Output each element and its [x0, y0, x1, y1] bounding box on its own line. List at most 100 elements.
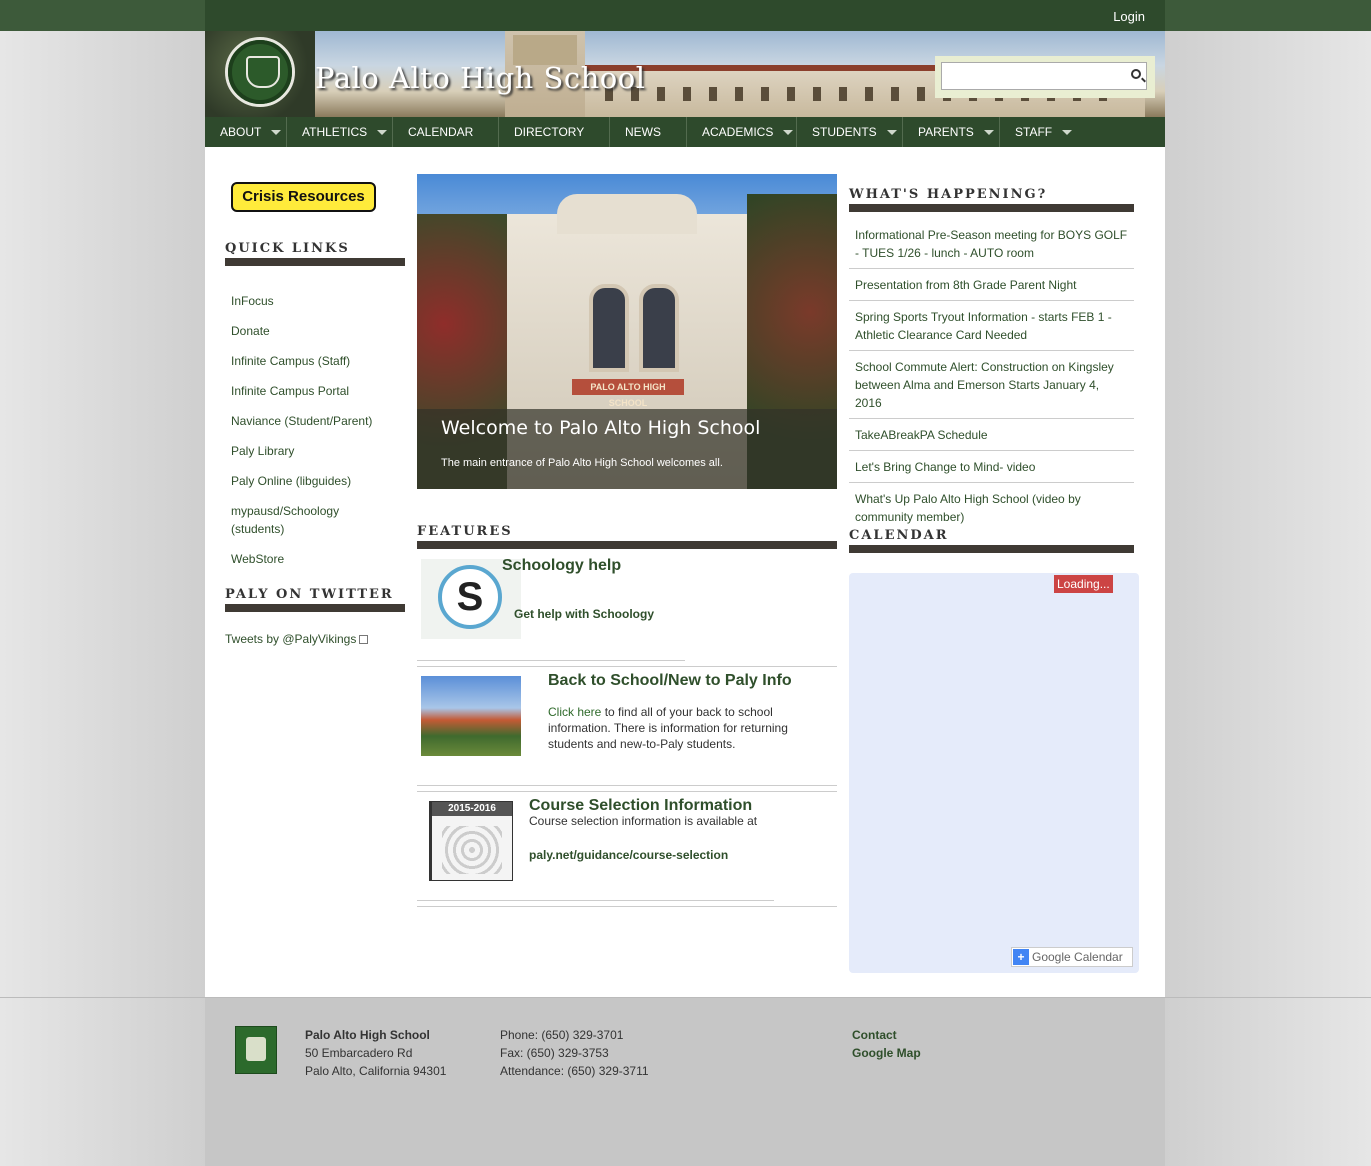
- chevron-down-icon: [783, 129, 794, 135]
- feature-schoology: S Schoology help Get help with Schoology: [417, 555, 837, 640]
- whats-happening-heading: WHAT'S HAPPENING?: [849, 187, 1048, 202]
- main-nav: ABOUT ATHLETICS CALENDAR DIRECTORY NEWS …: [205, 117, 1165, 147]
- nav-parents[interactable]: PARENTS: [903, 117, 1000, 147]
- calendar-loading: Loading...: [1054, 575, 1113, 593]
- site-title[interactable]: Palo Alto High School: [315, 61, 646, 95]
- quick-link-infinite-campus-portal[interactable]: Infinite Campus Portal: [231, 382, 401, 400]
- slide-gable: [557, 194, 697, 234]
- slide-title: Welcome to Palo Alto High School: [441, 417, 761, 439]
- thumb-pattern: [442, 826, 502, 874]
- feature-back-to-school: Back to School/New to Paly Info Click he…: [417, 672, 837, 782]
- login-link[interactable]: Login: [1113, 9, 1145, 24]
- nav-label: NEWS: [625, 125, 661, 139]
- news-list: Informational Pre-Season meeting for BOY…: [849, 219, 1134, 532]
- top-bar: Login: [0, 0, 1371, 31]
- back-to-school-thumb[interactable]: [421, 676, 521, 756]
- news-item[interactable]: TakeABreakPA Schedule: [849, 419, 1134, 451]
- news-item[interactable]: Let's Bring Change to Mind- video: [849, 451, 1134, 483]
- site-footer: Palo Alto High School 50 Embarcadero Rd …: [205, 998, 1165, 1166]
- course-selection-link[interactable]: paly.net/guidance/course-selection: [529, 848, 728, 862]
- heading-bar: [417, 541, 837, 549]
- nav-students[interactable]: STUDENTS: [797, 117, 903, 147]
- nav-label: CALENDAR: [408, 125, 474, 139]
- quick-link-naviance[interactable]: Naviance (Student/Parent): [231, 412, 401, 430]
- news-item[interactable]: Informational Pre-Season meeting for BOY…: [849, 219, 1134, 269]
- twitter-link[interactable]: Tweets by @PalyVikings: [225, 632, 369, 646]
- google-calendar-label: Google Calendar: [1032, 950, 1123, 964]
- nav-calendar[interactable]: CALENDAR: [393, 117, 499, 147]
- click-here-link[interactable]: Click here: [548, 705, 601, 719]
- nav-label: ACADEMICS: [702, 125, 774, 139]
- nav-label: STUDENTS: [812, 125, 877, 139]
- feature-title[interactable]: Back to School/New to Paly Info: [548, 672, 792, 690]
- contact-link[interactable]: Contact: [852, 1026, 921, 1044]
- quick-links-heading: QUICK LINKS: [225, 241, 350, 256]
- news-item[interactable]: What's Up Palo Alto High School (video b…: [849, 483, 1134, 532]
- main-content: Crisis Resources QUICK LINKS InFocus Don…: [205, 147, 1165, 997]
- course-selection-thumb[interactable]: 2015-2016: [429, 801, 513, 881]
- quick-link-paly-online[interactable]: Paly Online (libguides): [231, 472, 401, 490]
- school-crest-icon: [235, 1026, 277, 1074]
- divider: [417, 666, 837, 667]
- footer-phones: Phone: (650) 329-3701 Fax: (650) 329-375…: [500, 1026, 649, 1080]
- nav-directory[interactable]: DIRECTORY: [499, 117, 610, 147]
- quick-links-list: InFocus Donate Infinite Campus (Staff) I…: [231, 292, 401, 580]
- nav-label: STAFF: [1015, 125, 1053, 139]
- chevron-down-icon: [271, 129, 282, 135]
- feature-text: Course selection information is availabl…: [529, 814, 758, 828]
- heading-bar: [849, 545, 1134, 553]
- nav-label: ATHLETICS: [302, 125, 368, 139]
- footer-school-name: Palo Alto High School: [305, 1028, 430, 1042]
- quick-link-donate[interactable]: Donate: [231, 322, 401, 340]
- feature-text: Click here to find all of your back to s…: [548, 704, 808, 752]
- slideshow[interactable]: PALO ALTO HIGH SCHOOL Welcome to Palo Al…: [417, 174, 837, 489]
- news-item[interactable]: Spring Sports Tryout Information - start…: [849, 301, 1134, 351]
- nav-label: PARENTS: [918, 125, 974, 139]
- divider: [417, 791, 837, 792]
- thumb-label: 2015-2016: [432, 802, 512, 816]
- heading-bar: [849, 204, 1134, 212]
- crisis-resources-button[interactable]: Crisis Resources: [231, 182, 376, 212]
- nav-news[interactable]: NEWS: [610, 117, 687, 147]
- divider: [417, 906, 837, 907]
- page-side-right: [1165, 31, 1371, 1166]
- heading-bar: [225, 604, 405, 612]
- news-item[interactable]: School Commute Alert: Construction on Ki…: [849, 351, 1134, 419]
- google-map-link[interactable]: Google Map: [852, 1044, 921, 1062]
- nav-about[interactable]: ABOUT: [205, 117, 287, 147]
- calendar-embed[interactable]: Loading... + Google Calendar: [849, 573, 1139, 973]
- divider: [417, 900, 774, 901]
- quick-link-webstore[interactable]: WebStore: [231, 550, 401, 568]
- quick-link-infinite-campus-staff[interactable]: Infinite Campus (Staff): [231, 352, 401, 370]
- plus-icon: +: [1013, 949, 1029, 965]
- footer-address-line2: Palo Alto, California 94301: [305, 1064, 447, 1078]
- viking-ship-icon: [246, 56, 280, 88]
- feature-link[interactable]: Get help with Schoology: [514, 607, 654, 621]
- google-calendar-button[interactable]: + Google Calendar: [1011, 947, 1133, 967]
- nav-athletics[interactable]: ATHLETICS: [287, 117, 393, 147]
- chevron-down-icon: [886, 129, 897, 135]
- chevron-down-icon: [1062, 129, 1073, 135]
- search-icon[interactable]: [1131, 69, 1141, 79]
- nav-label: DIRECTORY: [514, 125, 585, 139]
- divider: [417, 785, 837, 786]
- slide-text: The main entrance of Palo Alto High Scho…: [441, 457, 723, 469]
- search-input[interactable]: [941, 62, 1147, 90]
- quick-link-paly-library[interactable]: Paly Library: [231, 442, 401, 460]
- nav-staff[interactable]: STAFF: [1000, 117, 1080, 147]
- feature-title[interactable]: Schoology help: [502, 557, 621, 575]
- search-box: [935, 56, 1155, 98]
- quick-link-infocus[interactable]: InFocus: [231, 292, 401, 310]
- news-item[interactable]: Presentation from 8th Grade Parent Night: [849, 269, 1134, 301]
- footer-fax: Fax: (650) 329-3753: [500, 1046, 609, 1060]
- nav-label: ABOUT: [220, 125, 262, 139]
- heading-bar: [225, 258, 405, 266]
- calendar-heading: CALENDAR: [849, 528, 949, 543]
- school-logo[interactable]: [225, 37, 295, 107]
- quick-link-schoology[interactable]: mypausd/Schoology (students): [231, 502, 361, 538]
- nav-academics[interactable]: ACADEMICS: [687, 117, 797, 147]
- divider: [417, 660, 685, 661]
- footer-address-line1: 50 Embarcadero Rd: [305, 1046, 413, 1060]
- twitter-link-label: Tweets by @PalyVikings: [225, 632, 357, 646]
- footer-links: Contact Google Map: [852, 1026, 921, 1062]
